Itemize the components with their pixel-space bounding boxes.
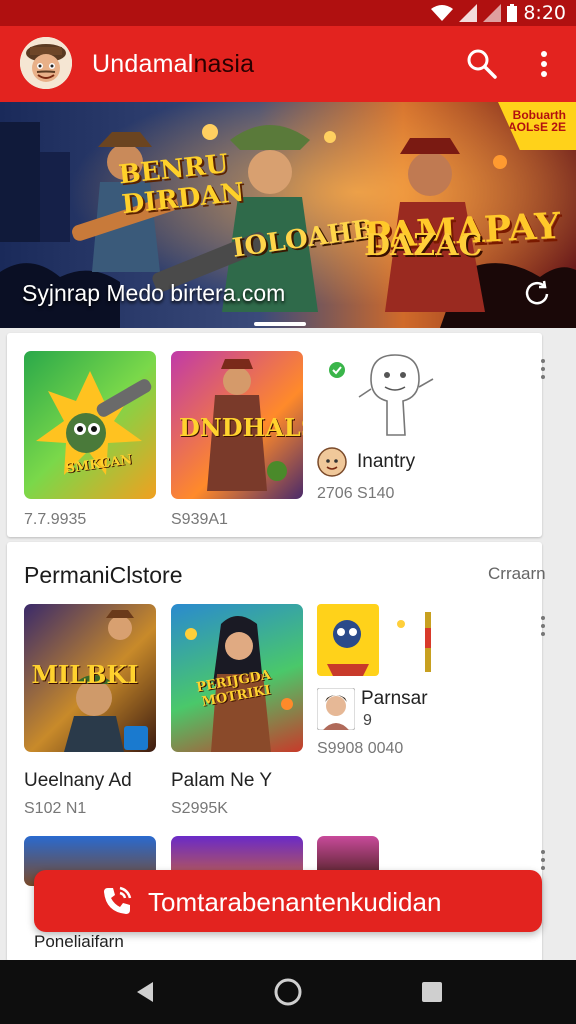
section-title: PermaniClstore: [24, 562, 183, 588]
hero-caption: Syjnrap Medo birtera.com: [22, 280, 286, 306]
tile-artwork: [36, 371, 152, 475]
wifi-icon: [431, 5, 454, 21]
system-nav-bar: [0, 960, 576, 1024]
carousel-indicator: [254, 322, 306, 326]
app-tile[interactable]: SMKCAN: [24, 351, 156, 499]
more-vert-icon[interactable]: [537, 614, 549, 640]
item-meta: S939A1: [171, 511, 228, 528]
tile-art-label: DNDHALS: [179, 413, 303, 442]
app-title-accent: nasia: [193, 50, 255, 78]
call-to-action-button[interactable]: Tomtarabenantenkudidan: [34, 870, 542, 932]
item-name[interactable]: Ueelnany Ad: [24, 770, 132, 792]
item-meta: S2995K: [171, 800, 228, 817]
app-tile[interactable]: MILBKI: [24, 604, 156, 752]
decor-shapes: [397, 612, 431, 672]
app-title: Undamalnasia: [92, 50, 254, 79]
item-meta: S102 N1: [24, 800, 87, 817]
featured-card: SMKCAN 7.7.9935 DNDHALS S939A1 Inantry 2…: [7, 333, 545, 537]
app-bar: Undamalnasia: [0, 26, 576, 102]
refresh-icon[interactable]: [522, 278, 552, 308]
battery-icon: [507, 4, 518, 22]
section-more-link[interactable]: Crraarn: [488, 564, 546, 584]
status-time: 8:20: [523, 2, 566, 24]
item-name[interactable]: Inantry: [357, 451, 415, 473]
app-avatar[interactable]: [20, 37, 72, 89]
hero-title-left: BENRU DIRDAN: [117, 149, 246, 221]
user-avatar: [317, 688, 355, 730]
signal-icon: [459, 4, 478, 22]
item-name[interactable]: Poneliaifarn: [34, 932, 124, 952]
mascot-illustration: [358, 354, 434, 436]
app-tile[interactable]: PERIJGDA MOTRIKI: [171, 604, 303, 752]
item-name[interactable]: Palam Ne Y: [171, 770, 272, 792]
more-vert-icon[interactable]: [537, 848, 549, 874]
user-avatar: [317, 447, 347, 477]
more-vert-icon[interactable]: [530, 46, 558, 82]
recents-icon[interactable]: [414, 974, 450, 1010]
item-meta: S9908 0040: [317, 740, 404, 757]
tile-art-label: MILBKI: [31, 660, 139, 689]
hero-title-right-sub: DAZAC: [364, 228, 483, 263]
signal-icon: [483, 4, 502, 22]
search-icon[interactable]: [464, 46, 500, 82]
phone-call-icon: [104, 886, 132, 914]
item-meta: 2706 S140: [317, 485, 395, 502]
app-thumbnail[interactable]: [317, 604, 379, 676]
verified-icon: [329, 362, 345, 378]
status-bar: 8:20: [0, 0, 576, 26]
back-icon[interactable]: [127, 974, 163, 1010]
app-title-main: Undamal: [92, 50, 194, 78]
home-icon[interactable]: [270, 974, 306, 1010]
item-meta: 7.7.9935: [24, 511, 87, 528]
more-vert-icon[interactable]: [537, 357, 549, 383]
hero-banner[interactable]: BENRU DIRDAN IOLOAHB PAMAPAY DAZAC Bobua…: [0, 102, 576, 328]
item-sub: 9: [363, 712, 372, 729]
item-name[interactable]: Parnsar: [361, 688, 428, 710]
app-tile[interactable]: DNDHALS: [171, 351, 303, 499]
cta-label: Tomtarabenantenkudidan: [148, 887, 442, 917]
